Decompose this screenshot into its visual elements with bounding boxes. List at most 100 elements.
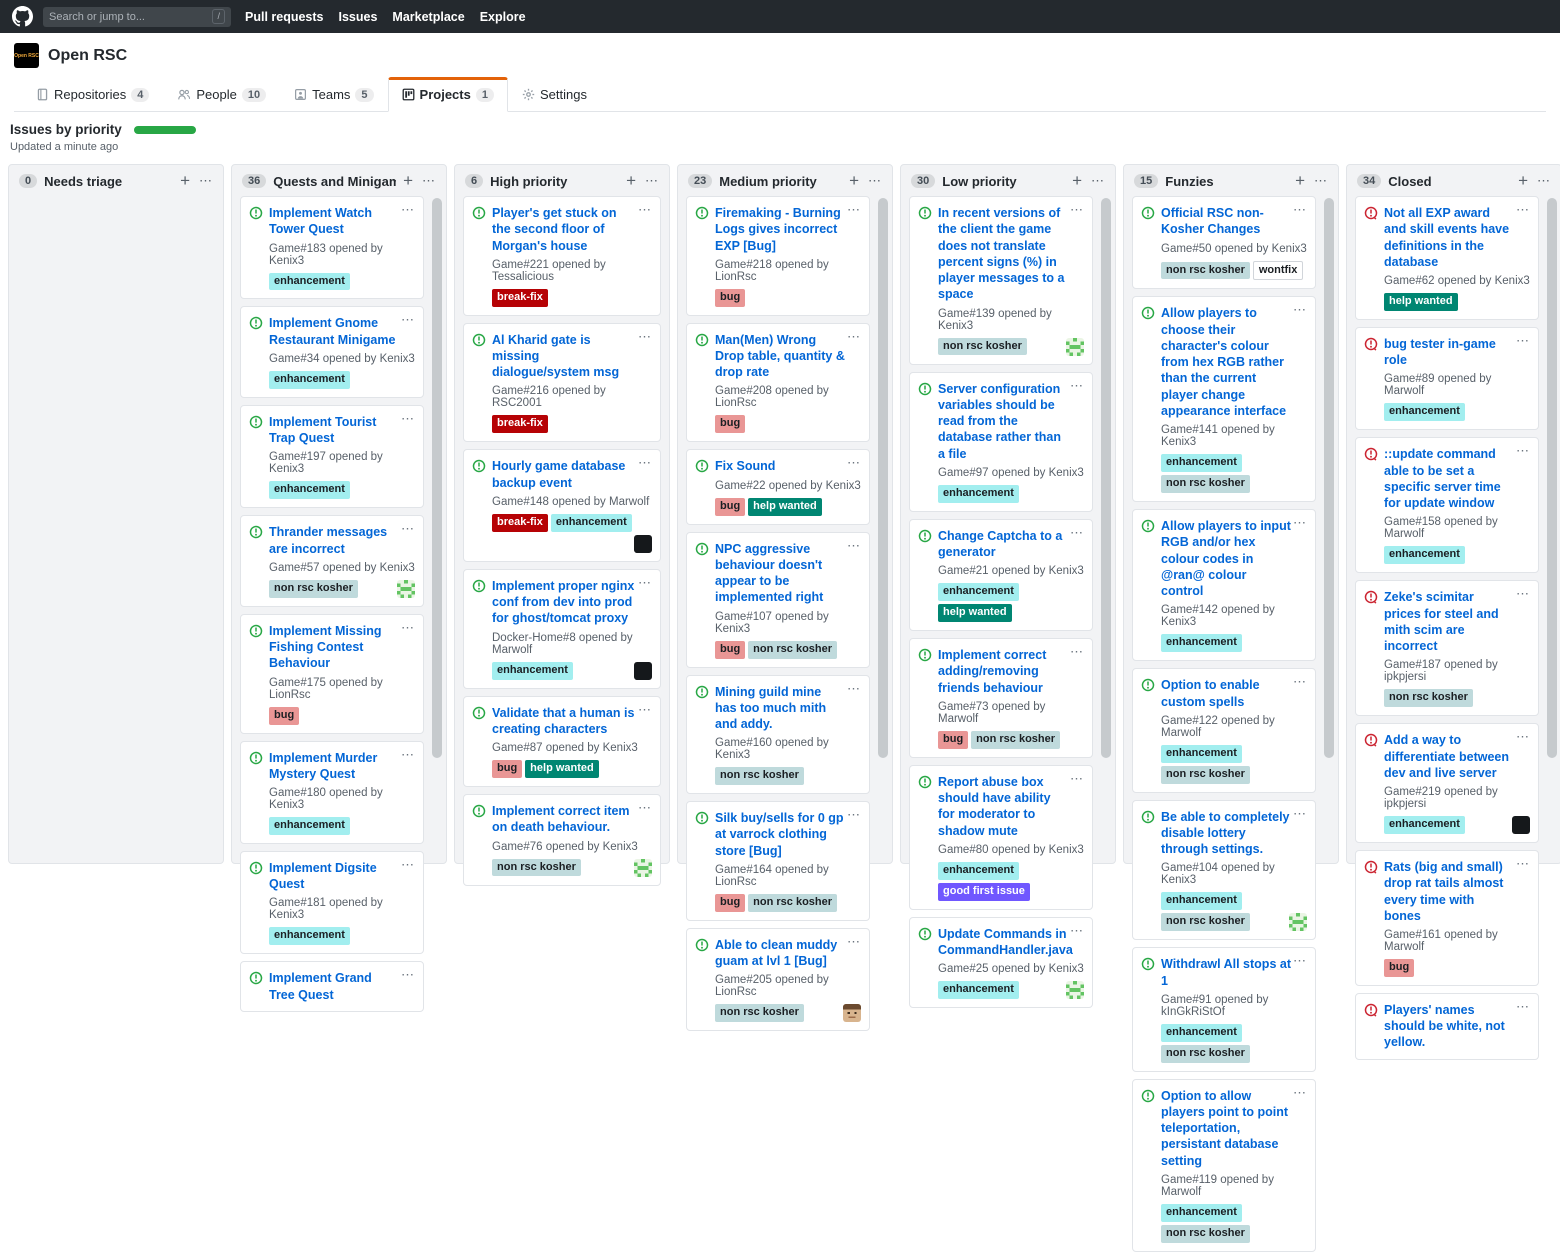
issue-title-link[interactable]: Implement Missing Fishing Contest Behavi… (269, 623, 415, 672)
add-card-icon[interactable]: + (1518, 174, 1528, 188)
issue-card[interactable]: Hourly game database backup eventGame#14… (463, 449, 661, 561)
issue-title-link[interactable]: Implement proper nginx conf from dev int… (492, 578, 652, 627)
issue-card[interactable]: ::update command able to be set a specif… (1355, 437, 1539, 573)
card-menu-icon[interactable]: ⋯ (1516, 333, 1530, 349)
issue-title-link[interactable]: Option to allow players point to point t… (1161, 1088, 1307, 1169)
issue-title-link[interactable]: Thrander messages are incorrect (269, 524, 415, 557)
issue-title-link[interactable]: Option to enable custom spells (1161, 677, 1307, 710)
issue-card[interactable]: Man(Men) Wrong Drop table, quantity & dr… (686, 323, 870, 443)
add-card-icon[interactable]: + (626, 174, 636, 188)
card-menu-icon[interactable]: ⋯ (1293, 806, 1307, 822)
card-menu-icon[interactable]: ⋯ (1293, 515, 1307, 531)
issue-title-link[interactable]: Implement Watch Tower Quest (269, 205, 415, 238)
issue-card[interactable]: Official RSC non-Kosher ChangesGame#50 o… (1132, 196, 1316, 289)
add-card-icon[interactable]: + (403, 174, 413, 188)
issue-title-link[interactable]: ::update command able to be set a specif… (1384, 446, 1530, 511)
issue-card[interactable]: Option to allow players point to point t… (1132, 1079, 1316, 1252)
card-menu-icon[interactable]: ⋯ (1070, 525, 1084, 541)
card-menu-icon[interactable]: ⋯ (847, 538, 861, 554)
issue-title-link[interactable]: Firemaking - Burning Logs gives incorrec… (715, 205, 861, 254)
nav-marketplace[interactable]: Marketplace (392, 10, 464, 24)
search-input[interactable]: Search or jump to... / (43, 7, 231, 27)
column-menu-icon[interactable]: ⋯ (1314, 173, 1328, 189)
card-menu-icon[interactable]: ⋯ (638, 455, 652, 471)
issue-title-link[interactable]: Be able to completely disable lottery th… (1161, 809, 1307, 858)
card-menu-icon[interactable]: ⋯ (847, 455, 861, 471)
tab-settings[interactable]: Settings (508, 77, 601, 112)
card-menu-icon[interactable]: ⋯ (401, 411, 415, 427)
nav-issues[interactable]: Issues (339, 10, 378, 24)
card-menu-icon[interactable]: ⋯ (847, 934, 861, 950)
column-scrollbar[interactable] (1101, 198, 1111, 758)
card-menu-icon[interactable]: ⋯ (1516, 729, 1530, 745)
issue-title-link[interactable]: Implement correct item on death behaviou… (492, 803, 652, 836)
card-menu-icon[interactable]: ⋯ (1516, 999, 1530, 1015)
nav-explore[interactable]: Explore (480, 10, 526, 24)
issue-title-link[interactable]: In recent versions of the client the gam… (938, 205, 1084, 303)
issue-card[interactable]: bug tester in-game roleGame#89 opened by… (1355, 327, 1539, 430)
issue-card[interactable]: Thrander messages are incorrectGame#57 o… (240, 515, 424, 607)
issue-card[interactable]: Implement Digsite QuestGame#181 opened b… (240, 851, 424, 954)
card-menu-icon[interactable]: ⋯ (1070, 378, 1084, 394)
issue-title-link[interactable]: Allow players to input RGB and/or hex co… (1161, 518, 1307, 599)
add-card-icon[interactable]: + (180, 174, 190, 188)
column-menu-icon[interactable]: ⋯ (868, 173, 882, 189)
issue-card[interactable]: Validate that a human is creating charac… (463, 696, 661, 787)
issue-title-link[interactable]: Player's get stuck on the second floor o… (492, 205, 652, 254)
issue-card[interactable]: Fix SoundGame#22 opened by Kenix3bughelp… (686, 449, 870, 524)
card-menu-icon[interactable]: ⋯ (401, 747, 415, 763)
issue-title-link[interactable]: Add a way to differentiate between dev a… (1384, 732, 1530, 781)
issue-title-link[interactable]: Implement Tourist Trap Quest (269, 414, 415, 447)
issue-title-link[interactable]: Mining guild mine has too much mith and … (715, 684, 861, 733)
column-menu-icon[interactable]: ⋯ (1091, 173, 1105, 189)
issue-card[interactable]: Withdrawl All stops at 1Game#91 opened b… (1132, 947, 1316, 1071)
add-card-icon[interactable]: + (1295, 174, 1305, 188)
issue-title-link[interactable]: Validate that a human is creating charac… (492, 705, 652, 738)
issue-title-link[interactable]: Al Kharid gate is missing dialogue/syste… (492, 332, 652, 381)
column-menu-icon[interactable]: ⋯ (422, 173, 436, 189)
issue-card[interactable]: Silk buy/sells for 0 gp at varrock cloth… (686, 801, 870, 921)
issue-card[interactable]: Implement Gnome Restaurant MinigameGame#… (240, 306, 424, 397)
card-menu-icon[interactable]: ⋯ (1070, 644, 1084, 660)
issue-title-link[interactable]: Implement Digsite Quest (269, 860, 415, 893)
column-menu-icon[interactable]: ⋯ (199, 173, 213, 189)
issue-title-link[interactable]: Able to clean muddy guam at lvl 1 [Bug] (715, 937, 861, 970)
issue-title-link[interactable]: Man(Men) Wrong Drop table, quantity & dr… (715, 332, 861, 381)
issue-title-link[interactable]: Fix Sound (715, 458, 861, 474)
issue-card[interactable]: NPC aggressive behaviour doesn't appear … (686, 532, 870, 668)
issue-card[interactable]: Zeke's scimitar prices for steel and mit… (1355, 580, 1539, 716)
card-menu-icon[interactable]: ⋯ (401, 857, 415, 873)
issue-card[interactable]: Update Commands in CommandHandler.javaGa… (909, 917, 1093, 1009)
card-menu-icon[interactable]: ⋯ (847, 681, 861, 697)
card-menu-icon[interactable]: ⋯ (401, 202, 415, 218)
card-menu-icon[interactable]: ⋯ (1293, 302, 1307, 318)
card-menu-icon[interactable]: ⋯ (1293, 674, 1307, 690)
issue-title-link[interactable]: Server configuration variables should be… (938, 381, 1084, 462)
issue-title-link[interactable]: Allow players to choose their character'… (1161, 305, 1307, 419)
tab-projects[interactable]: Projects 1 (388, 77, 508, 112)
issue-card[interactable]: Implement proper nginx conf from dev int… (463, 569, 661, 689)
issue-card[interactable]: Server configuration variables should be… (909, 372, 1093, 512)
issue-title-link[interactable]: Official RSC non-Kosher Changes (1161, 205, 1307, 238)
card-menu-icon[interactable]: ⋯ (638, 202, 652, 218)
issue-title-link[interactable]: Silk buy/sells for 0 gp at varrock cloth… (715, 810, 861, 859)
issue-card[interactable]: Able to clean muddy guam at lvl 1 [Bug]G… (686, 928, 870, 1032)
issue-title-link[interactable]: Change Captcha to a generator (938, 528, 1084, 561)
issue-card[interactable]: Implement Murder Mystery QuestGame#180 o… (240, 741, 424, 844)
card-menu-icon[interactable]: ⋯ (1516, 856, 1530, 872)
card-menu-icon[interactable]: ⋯ (1293, 202, 1307, 218)
issue-title-link[interactable]: Rats (big and small) drop rat tails almo… (1384, 859, 1530, 924)
card-menu-icon[interactable]: ⋯ (1070, 202, 1084, 218)
nav-pull-requests[interactable]: Pull requests (245, 10, 324, 24)
issue-card[interactable]: Change Captcha to a generatorGame#21 ope… (909, 519, 1093, 631)
card-menu-icon[interactable]: ⋯ (401, 967, 415, 983)
issue-card[interactable]: Report abuse box should have ability for… (909, 765, 1093, 910)
column-scrollbar[interactable] (432, 198, 442, 758)
issue-card[interactable]: Players' names should be white, not yell… (1355, 993, 1539, 1060)
issue-title-link[interactable]: Implement Grand Tree Quest (269, 970, 415, 1003)
issue-card[interactable]: Not all EXP award and skill events have … (1355, 196, 1539, 320)
issue-title-link[interactable]: Hourly game database backup event (492, 458, 652, 491)
issue-card[interactable]: Implement Tourist Trap QuestGame#197 ope… (240, 405, 424, 508)
card-menu-icon[interactable]: ⋯ (847, 329, 861, 345)
column-scrollbar[interactable] (1324, 198, 1334, 758)
